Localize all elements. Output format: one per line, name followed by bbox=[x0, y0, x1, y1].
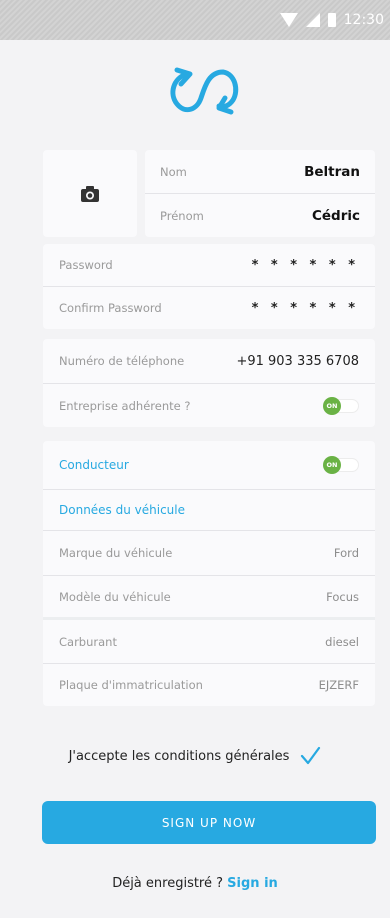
signup-button[interactable]: SIGN UP NOW bbox=[42, 801, 376, 844]
plate-field[interactable]: Plaque d'immatriculation EJZERF bbox=[43, 664, 375, 706]
password-label: Password bbox=[59, 258, 113, 272]
sync-logo-icon bbox=[170, 67, 239, 115]
toggle-knob: ON bbox=[323, 456, 341, 474]
terms-label: J'accepte les conditions générales bbox=[68, 748, 290, 764]
wifi-icon bbox=[279, 13, 298, 27]
driver-row: Conducteur ON bbox=[43, 441, 375, 489]
vehicle-section-title: Données du véhicule bbox=[59, 503, 186, 517]
model-value[interactable]: Focus bbox=[326, 590, 359, 604]
name-card: Nom Beltran Prénom Cédric bbox=[145, 150, 375, 237]
toggle-knob: ON bbox=[323, 396, 341, 415]
camera-icon bbox=[81, 185, 99, 202]
company-toggle[interactable]: ON bbox=[323, 396, 359, 415]
company-row: Entreprise adhérente ? ON bbox=[43, 384, 375, 427]
confirm-password-field[interactable]: Confirm Password * * * * * * bbox=[43, 287, 375, 329]
password-field[interactable]: Password * * * * * * bbox=[43, 244, 375, 286]
fuel-label: Carburant bbox=[59, 634, 117, 649]
fuel-field[interactable]: Carburant diesel bbox=[43, 620, 375, 663]
brand-label: Marque du véhicule bbox=[59, 546, 173, 560]
confirm-password-label: Confirm Password bbox=[59, 301, 162, 315]
plate-label: Plaque d'immatriculation bbox=[59, 678, 203, 692]
checkmark-icon[interactable] bbox=[299, 746, 321, 766]
prenom-value[interactable]: Cédric bbox=[312, 208, 360, 224]
prenom-field[interactable]: Prénom Cédric bbox=[145, 194, 375, 237]
status-time: 12:30 bbox=[343, 12, 384, 28]
signal-icon bbox=[305, 13, 320, 27]
vehicle-section-header: Données du véhicule bbox=[43, 490, 375, 530]
prenom-label: Prénom bbox=[160, 208, 204, 223]
model-field[interactable]: Modèle du véhicule Focus bbox=[43, 576, 375, 617]
plate-value[interactable]: EJZERF bbox=[319, 678, 359, 692]
nom-value[interactable]: Beltran bbox=[304, 164, 360, 180]
status-bar: 12:30 bbox=[0, 0, 390, 40]
driver-toggle[interactable]: ON bbox=[323, 456, 359, 474]
nom-label: Nom bbox=[160, 164, 187, 179]
nom-field[interactable]: Nom Beltran bbox=[145, 150, 375, 193]
phone-label: Numéro de téléphone bbox=[59, 354, 185, 368]
signin-link[interactable]: Sign in bbox=[227, 876, 278, 891]
profile-photo-button[interactable] bbox=[43, 150, 137, 237]
model-label: Modèle du véhicule bbox=[59, 589, 171, 604]
phone-value[interactable]: +91 903 335 6708 bbox=[236, 354, 359, 369]
already-registered-text: Déjà enregistré ? bbox=[112, 876, 224, 891]
driver-card: Conducteur ON Données du véhicule Marque… bbox=[43, 441, 375, 706]
password-value[interactable]: * * * * * * bbox=[252, 258, 359, 273]
password-card: Password * * * * * * Confirm Password * … bbox=[43, 244, 375, 329]
brand-value[interactable]: Ford bbox=[334, 546, 359, 560]
contact-card: Numéro de téléphone +91 903 335 6708 Ent… bbox=[43, 339, 375, 427]
confirm-password-value[interactable]: * * * * * * bbox=[252, 301, 359, 316]
driver-label: Conducteur bbox=[59, 458, 129, 472]
fuel-value[interactable]: diesel bbox=[325, 635, 359, 649]
phone-field[interactable]: Numéro de téléphone +91 903 335 6708 bbox=[43, 339, 375, 383]
terms-row: J'accepte les conditions générales bbox=[0, 746, 390, 766]
company-label: Entreprise adhérente ? bbox=[59, 398, 191, 413]
brand-field[interactable]: Marque du véhicule Ford bbox=[43, 531, 375, 575]
signin-row: Déjà enregistré ? Sign in bbox=[0, 876, 390, 891]
battery-icon bbox=[327, 13, 336, 27]
